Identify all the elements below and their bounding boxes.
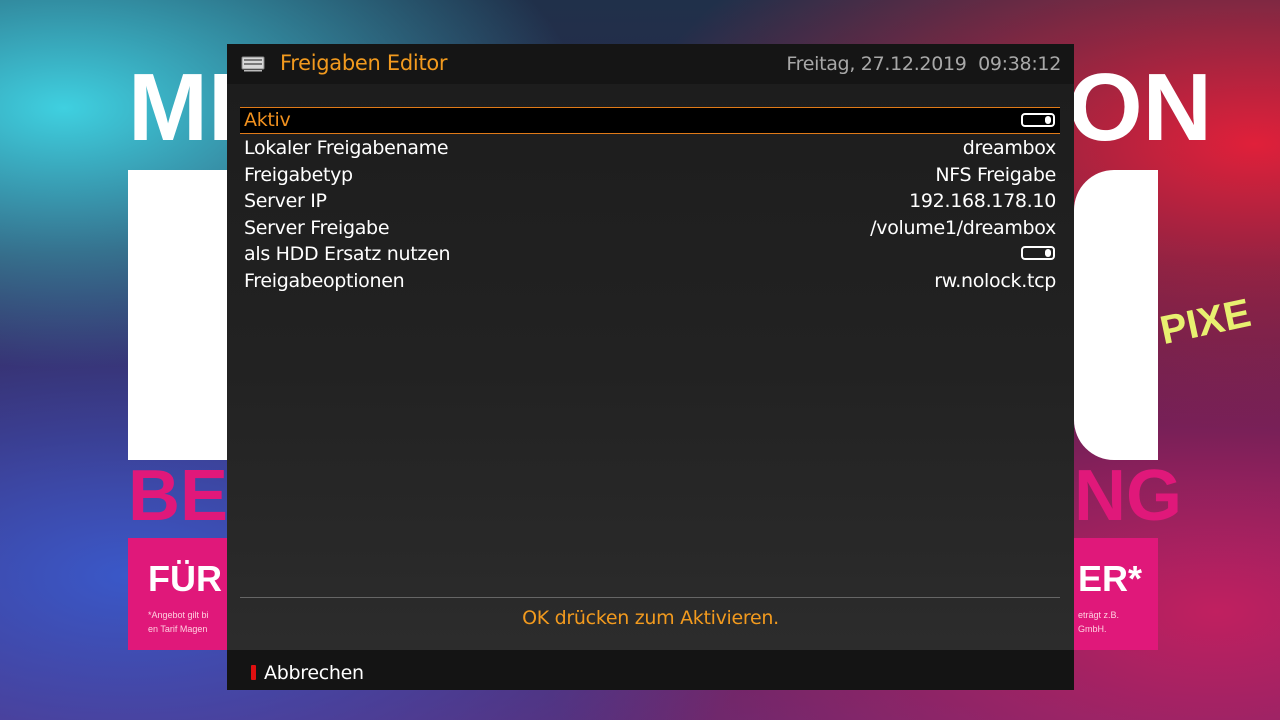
poster-small-right-2: GmbH. bbox=[1078, 624, 1107, 634]
setting-row-server-ip[interactable]: Server IP 192.168.178.10 bbox=[240, 188, 1060, 215]
setting-label: Aktiv bbox=[244, 109, 291, 131]
setting-value: 192.168.178.10 bbox=[909, 190, 1056, 213]
help-hint: OK drücken zum Aktivieren. bbox=[522, 607, 779, 629]
poster-shape-right bbox=[1074, 170, 1158, 460]
poster-side-text: PIXE bbox=[1156, 291, 1255, 354]
title-bar: Freigaben Editor Freitag, 27.12.2019 09:… bbox=[227, 44, 1074, 84]
dialog-title: Freigaben Editor bbox=[280, 51, 448, 75]
setting-label: Freigabeoptionen bbox=[244, 269, 405, 292]
setting-label: Server Freigabe bbox=[244, 216, 390, 239]
setting-label: Server IP bbox=[244, 190, 327, 213]
setting-label: Freigabetyp bbox=[244, 163, 353, 186]
settings-list: Aktiv Lokaler Freigabename dreambox Frei… bbox=[240, 107, 1060, 295]
poster-letters-top-right: ON bbox=[1068, 54, 1212, 161]
setting-value: /volume1/dreambox bbox=[870, 216, 1056, 239]
date-time: Freitag, 27.12.2019 09:38:12 bbox=[786, 53, 1061, 75]
poster-letter-f bbox=[128, 170, 228, 460]
button-bar: Abbrechen bbox=[227, 650, 1074, 690]
network-drive-icon bbox=[241, 56, 265, 72]
setting-value: NFS Freigabe bbox=[935, 163, 1056, 186]
toggle-knob bbox=[1045, 249, 1051, 258]
poster-box-left-text: FÜR bbox=[148, 558, 222, 599]
setting-row-hdd-replacement[interactable]: als HDD Ersatz nutzen bbox=[240, 241, 1060, 268]
cancel-button[interactable]: Abbrechen bbox=[264, 662, 364, 684]
poster-small-left-2: en Tarif Magen bbox=[148, 624, 208, 634]
poster-pink-right: NG bbox=[1074, 456, 1182, 536]
divider bbox=[240, 597, 1060, 598]
setting-row-share-options[interactable]: Freigabeoptionen rw.nolock.tcp bbox=[240, 268, 1060, 295]
red-key-icon bbox=[251, 665, 256, 680]
poster-box-right-text: ER* bbox=[1078, 558, 1143, 599]
setting-label: Lokaler Freigabename bbox=[244, 137, 449, 159]
setting-row-local-share-name[interactable]: Lokaler Freigabename dreambox bbox=[240, 135, 1060, 162]
poster-small-right: eträgt z.B. bbox=[1078, 610, 1120, 620]
setting-row-aktiv[interactable]: Aktiv bbox=[240, 107, 1060, 134]
poster-pink-left: BE bbox=[128, 456, 229, 536]
setting-label: als HDD Ersatz nutzen bbox=[244, 243, 451, 266]
poster-small-left: *Angebot gilt bi bbox=[148, 610, 209, 620]
setting-value: rw.nolock.tcp bbox=[934, 269, 1056, 292]
setting-row-share-type[interactable]: Freigabetyp NFS Freigabe bbox=[240, 162, 1060, 189]
setting-row-server-share[interactable]: Server Freigabe /volume1/dreambox bbox=[240, 215, 1060, 242]
share-editor-dialog: Freigaben Editor Freitag, 27.12.2019 09:… bbox=[227, 44, 1074, 690]
toggle-knob bbox=[1045, 116, 1051, 124]
setting-value: dreambox bbox=[962, 137, 1057, 159]
toggle-switch[interactable] bbox=[1021, 246, 1055, 261]
toggle-switch[interactable] bbox=[1021, 113, 1055, 127]
